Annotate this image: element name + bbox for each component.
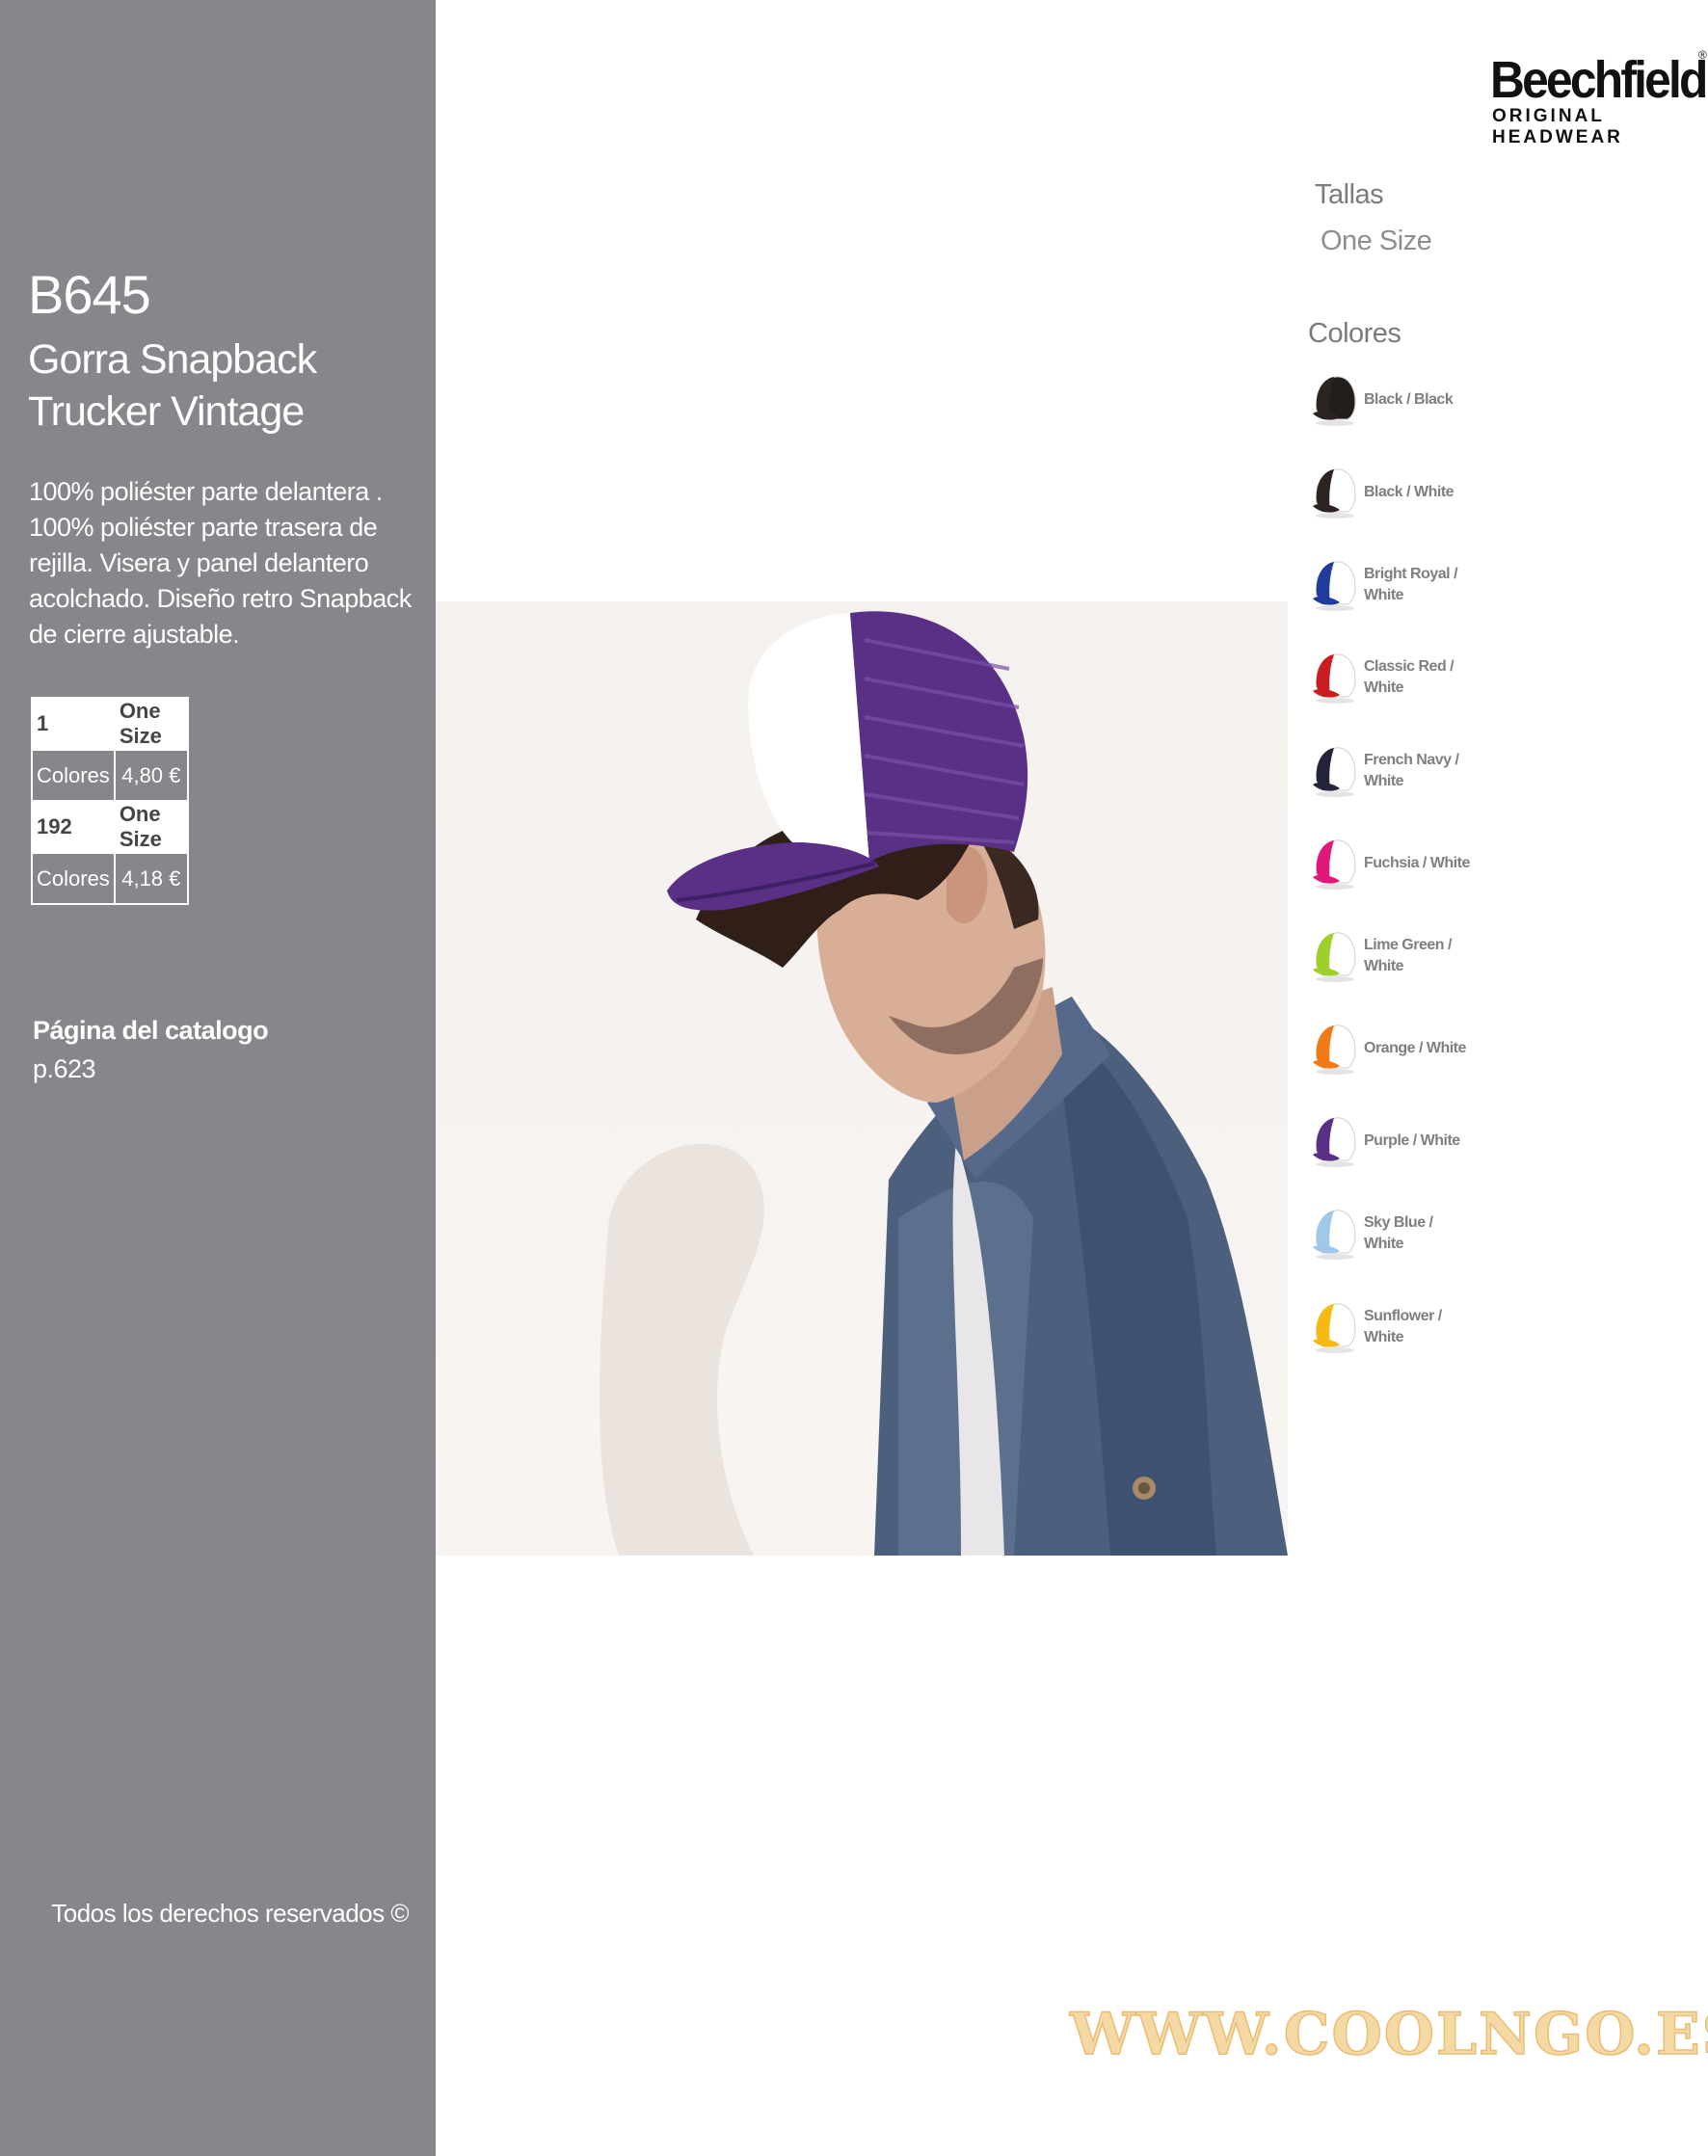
- color-swatch-label: Sky Blue / White: [1364, 1205, 1470, 1263]
- cap-icon: [1309, 464, 1359, 521]
- color-swatch: Black / Black: [1309, 371, 1598, 439]
- price-row-quantity: 192 One Size: [31, 800, 189, 854]
- brand-name: Beechfield: [1490, 51, 1708, 109]
- sizes-heading: Tallas: [1315, 179, 1384, 210]
- color-swatch-label: Lime Green / White: [1364, 927, 1470, 985]
- color-swatch-label: Bright Royal / White: [1364, 556, 1470, 614]
- model-wearing-cap-image: [600, 611, 1288, 1556]
- color-swatch: Black / White: [1309, 464, 1598, 531]
- price-row-price: Colores 4,18 €: [31, 852, 189, 905]
- color-name-line: Black / White: [1364, 484, 1454, 500]
- color-name-line: White: [1364, 958, 1404, 974]
- quantity-cell: 192: [31, 800, 116, 854]
- cap-icon: [1309, 649, 1359, 706]
- cap-icon: [1309, 1112, 1359, 1170]
- size-cell: One Size: [113, 800, 189, 854]
- color-name-line: White: [1364, 1329, 1404, 1345]
- color-swatch-label: Fuchsia / White: [1364, 835, 1470, 892]
- price-row-price: Colores 4,80 €: [31, 749, 189, 802]
- color-swatch: Classic Red / White: [1309, 649, 1598, 716]
- cap-icon: [1309, 1298, 1359, 1356]
- color-name-line: White: [1364, 679, 1404, 696]
- price-cell: 4,80 €: [113, 749, 189, 802]
- colors-heading: Colores: [1308, 318, 1401, 349]
- color-swatch-label: Orange / White: [1364, 1020, 1470, 1078]
- color-name-line: Purple / White: [1364, 1132, 1460, 1149]
- color-swatch: Sky Blue / White: [1309, 1205, 1598, 1272]
- cap-icon: [1309, 1020, 1359, 1078]
- color-swatch: Bright Royal / White: [1309, 556, 1598, 624]
- color-swatch: French Navy / White: [1309, 742, 1598, 810]
- color-swatch-label: Classic Red / White: [1364, 649, 1470, 706]
- cap-icon: [1309, 927, 1359, 985]
- product-name: Gorra Snapback Trucker Vintage: [28, 336, 317, 435]
- color-swatch-label: French Navy / White: [1364, 742, 1470, 800]
- sizes-value: One Size: [1321, 226, 1432, 256]
- color-name-line: Sky Blue /: [1364, 1214, 1433, 1231]
- color-name-line: White: [1364, 773, 1404, 789]
- size-cell: One Size: [113, 697, 189, 751]
- colors-label-cell: Colores: [31, 852, 116, 905]
- product-code: B645: [28, 264, 151, 325]
- color-name-line: Bright Royal /: [1364, 566, 1458, 582]
- color-name-line: Fuchsia / White: [1364, 855, 1470, 871]
- color-swatch: Orange / White: [1309, 1020, 1598, 1087]
- website-watermark: WWW.COOLNGO.ES: [1069, 2000, 1708, 2069]
- color-swatch-label: Purple / White: [1364, 1112, 1470, 1170]
- color-name-line: White: [1364, 1236, 1404, 1252]
- color-swatch-label: Black / Black: [1364, 371, 1470, 429]
- brand-tagline: ORIGINAL HEADWEAR: [1492, 106, 1623, 147]
- color-name-line: Classic Red /: [1364, 658, 1454, 675]
- price-cell: 4,18 €: [113, 852, 189, 905]
- color-swatch: Fuchsia / White: [1309, 835, 1598, 902]
- color-name-line: French Navy /: [1364, 752, 1459, 768]
- color-swatch: Lime Green / White: [1309, 927, 1598, 995]
- color-name-line: Sunflower /: [1364, 1308, 1442, 1324]
- registered-mark: ®: [1698, 48, 1707, 62]
- color-name-line: Black / Black: [1364, 391, 1454, 408]
- brand-logo: Beechfield ® ORIGINAL HEADWEAR: [1490, 48, 1708, 147]
- product-info-panel: B645 Gorra Snapback Trucker Vintage 100%…: [0, 0, 436, 2156]
- quantity-cell: 1: [31, 697, 116, 751]
- catalog-page-number: p.623: [33, 1054, 96, 1083]
- price-table: 1 One Size Colores 4,80 € 192 One Size C…: [31, 697, 189, 905]
- cap-icon: [1309, 742, 1359, 800]
- product-description: 100% poliéster parte delantera . 100% po…: [29, 477, 412, 649]
- catalog-page-label: Página del catalogo: [33, 1016, 269, 1045]
- color-swatch-label: Sunflower / White: [1364, 1298, 1470, 1356]
- color-swatch: Purple / White: [1309, 1112, 1598, 1180]
- color-swatch-label: Black / White: [1364, 464, 1470, 521]
- cap-icon: [1309, 556, 1359, 614]
- color-name-line: White: [1364, 587, 1404, 603]
- copyright-notice: Todos los derechos reservados ©: [51, 1899, 409, 1928]
- cap-icon: [1309, 371, 1359, 429]
- price-row-quantity: 1 One Size: [31, 697, 189, 751]
- color-name-line: Orange / White: [1364, 1040, 1466, 1056]
- color-name-line: Lime Green /: [1364, 937, 1452, 953]
- cap-icon: [1309, 835, 1359, 892]
- product-photo: [436, 601, 1288, 1556]
- color-swatch: Sunflower / White: [1309, 1298, 1598, 1366]
- cap-icon: [1309, 1205, 1359, 1263]
- colors-label-cell: Colores: [31, 749, 116, 802]
